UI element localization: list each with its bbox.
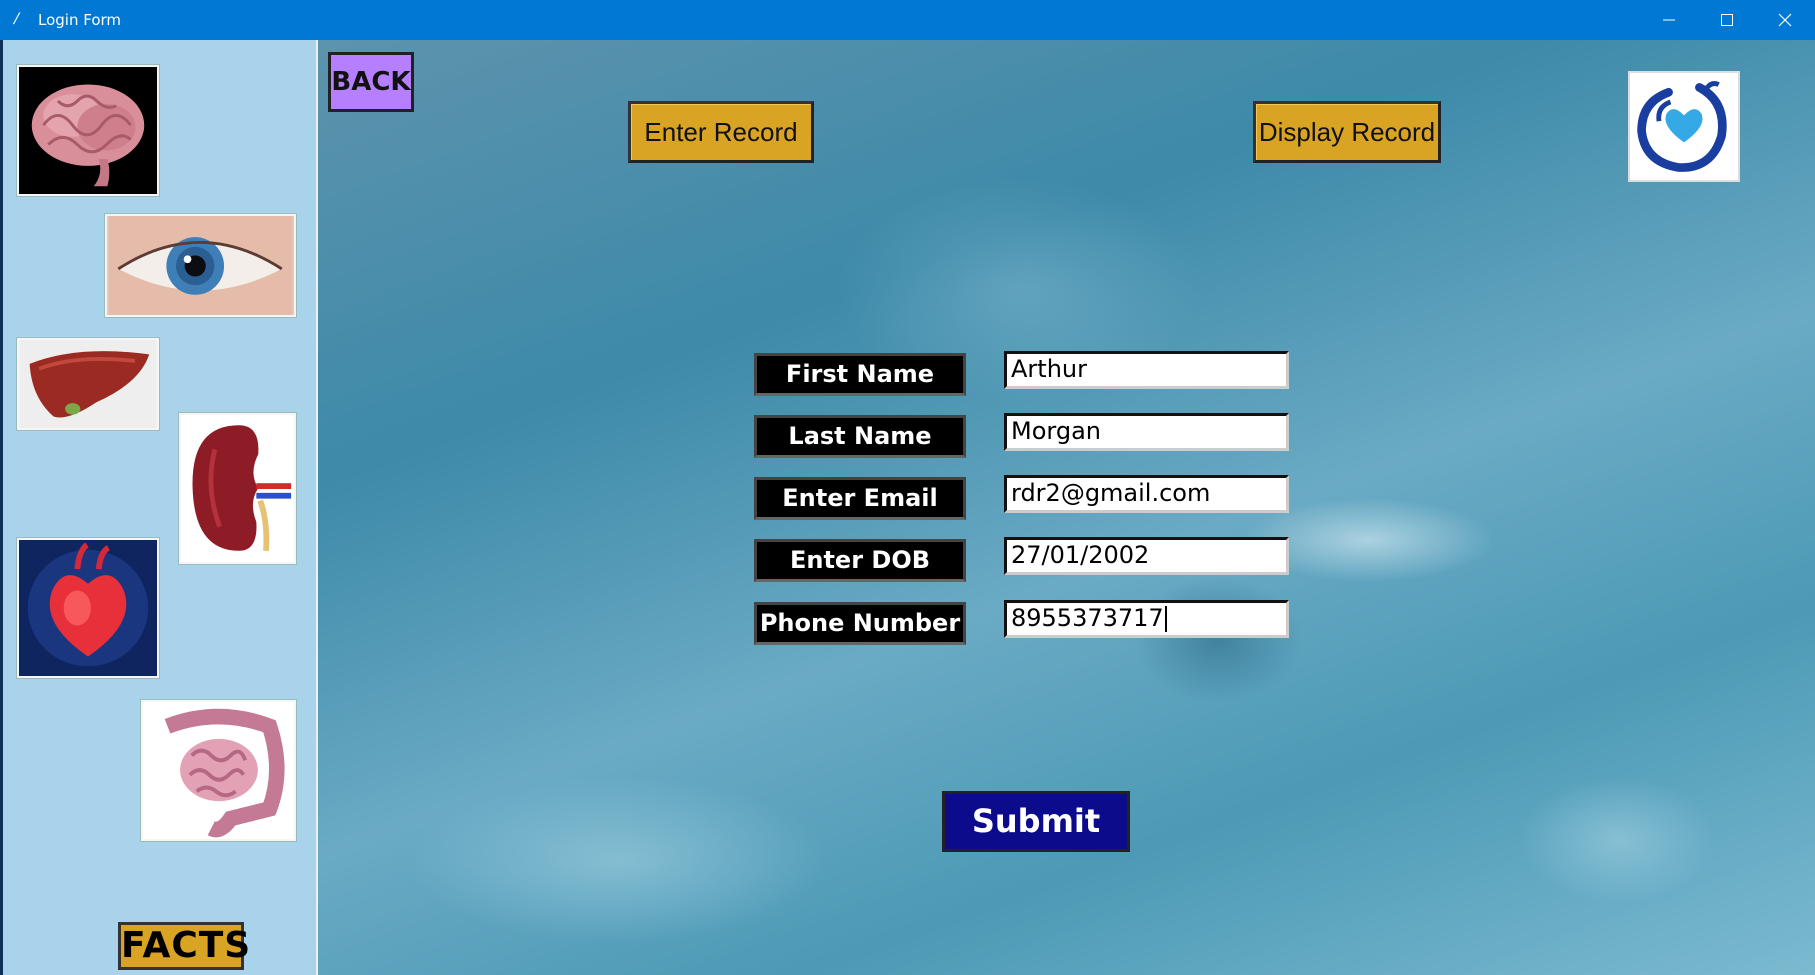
title-bar: / Login Form: [0, 0, 1815, 40]
maximize-icon: [1721, 14, 1733, 26]
eye-image[interactable]: [105, 214, 296, 317]
last-name-label: Last Name: [754, 415, 966, 458]
kidney-image[interactable]: [179, 413, 296, 564]
kidney-icon: [181, 415, 294, 562]
dob-label: Enter DOB: [754, 539, 966, 582]
dob-input[interactable]: 27/01/2002: [1004, 537, 1289, 575]
intestines-icon: [143, 702, 294, 839]
phone-number-label: Phone Number: [754, 602, 966, 645]
heart-image[interactable]: [17, 538, 159, 678]
brain-image[interactable]: [17, 65, 159, 196]
first-name-input[interactable]: Arthur: [1004, 351, 1289, 389]
heart-icon: [19, 540, 157, 676]
close-button[interactable]: [1756, 0, 1814, 40]
feather-icon: /: [11, 11, 21, 28]
email-label: Enter Email: [754, 477, 966, 520]
liver-image[interactable]: [17, 338, 159, 430]
phone-number-value: 8955373717: [1011, 604, 1164, 632]
eye-icon: [108, 216, 293, 315]
sidebar: FACTS: [0, 40, 318, 975]
minimize-icon: [1663, 19, 1675, 21]
back-button[interactable]: BACK: [328, 52, 414, 112]
last-name-input[interactable]: Morgan: [1004, 413, 1289, 451]
app-logo: [1628, 71, 1740, 182]
liver-icon: [20, 340, 156, 428]
enter-record-button[interactable]: Enter Record: [628, 101, 814, 163]
text-caret: [1164, 606, 1167, 632]
heart-hand-logo-icon: [1637, 81, 1727, 172]
brain-icon: [31, 84, 145, 187]
display-record-button[interactable]: Display Record: [1253, 101, 1441, 163]
close-icon: [1778, 13, 1792, 27]
facts-button[interactable]: FACTS: [118, 922, 250, 970]
window-title: Login Form: [38, 11, 122, 29]
submit-button[interactable]: Submit: [942, 791, 1130, 852]
maximize-button[interactable]: [1698, 0, 1756, 40]
phone-number-input[interactable]: 8955373717: [1004, 600, 1289, 638]
main-panel: BACK Enter Record Display Record First N…: [318, 40, 1815, 975]
intestines-image[interactable]: [141, 700, 296, 841]
minimize-button[interactable]: [1640, 0, 1698, 40]
email-input[interactable]: rdr2@gmail.com: [1004, 475, 1289, 513]
first-name-label: First Name: [754, 353, 966, 396]
